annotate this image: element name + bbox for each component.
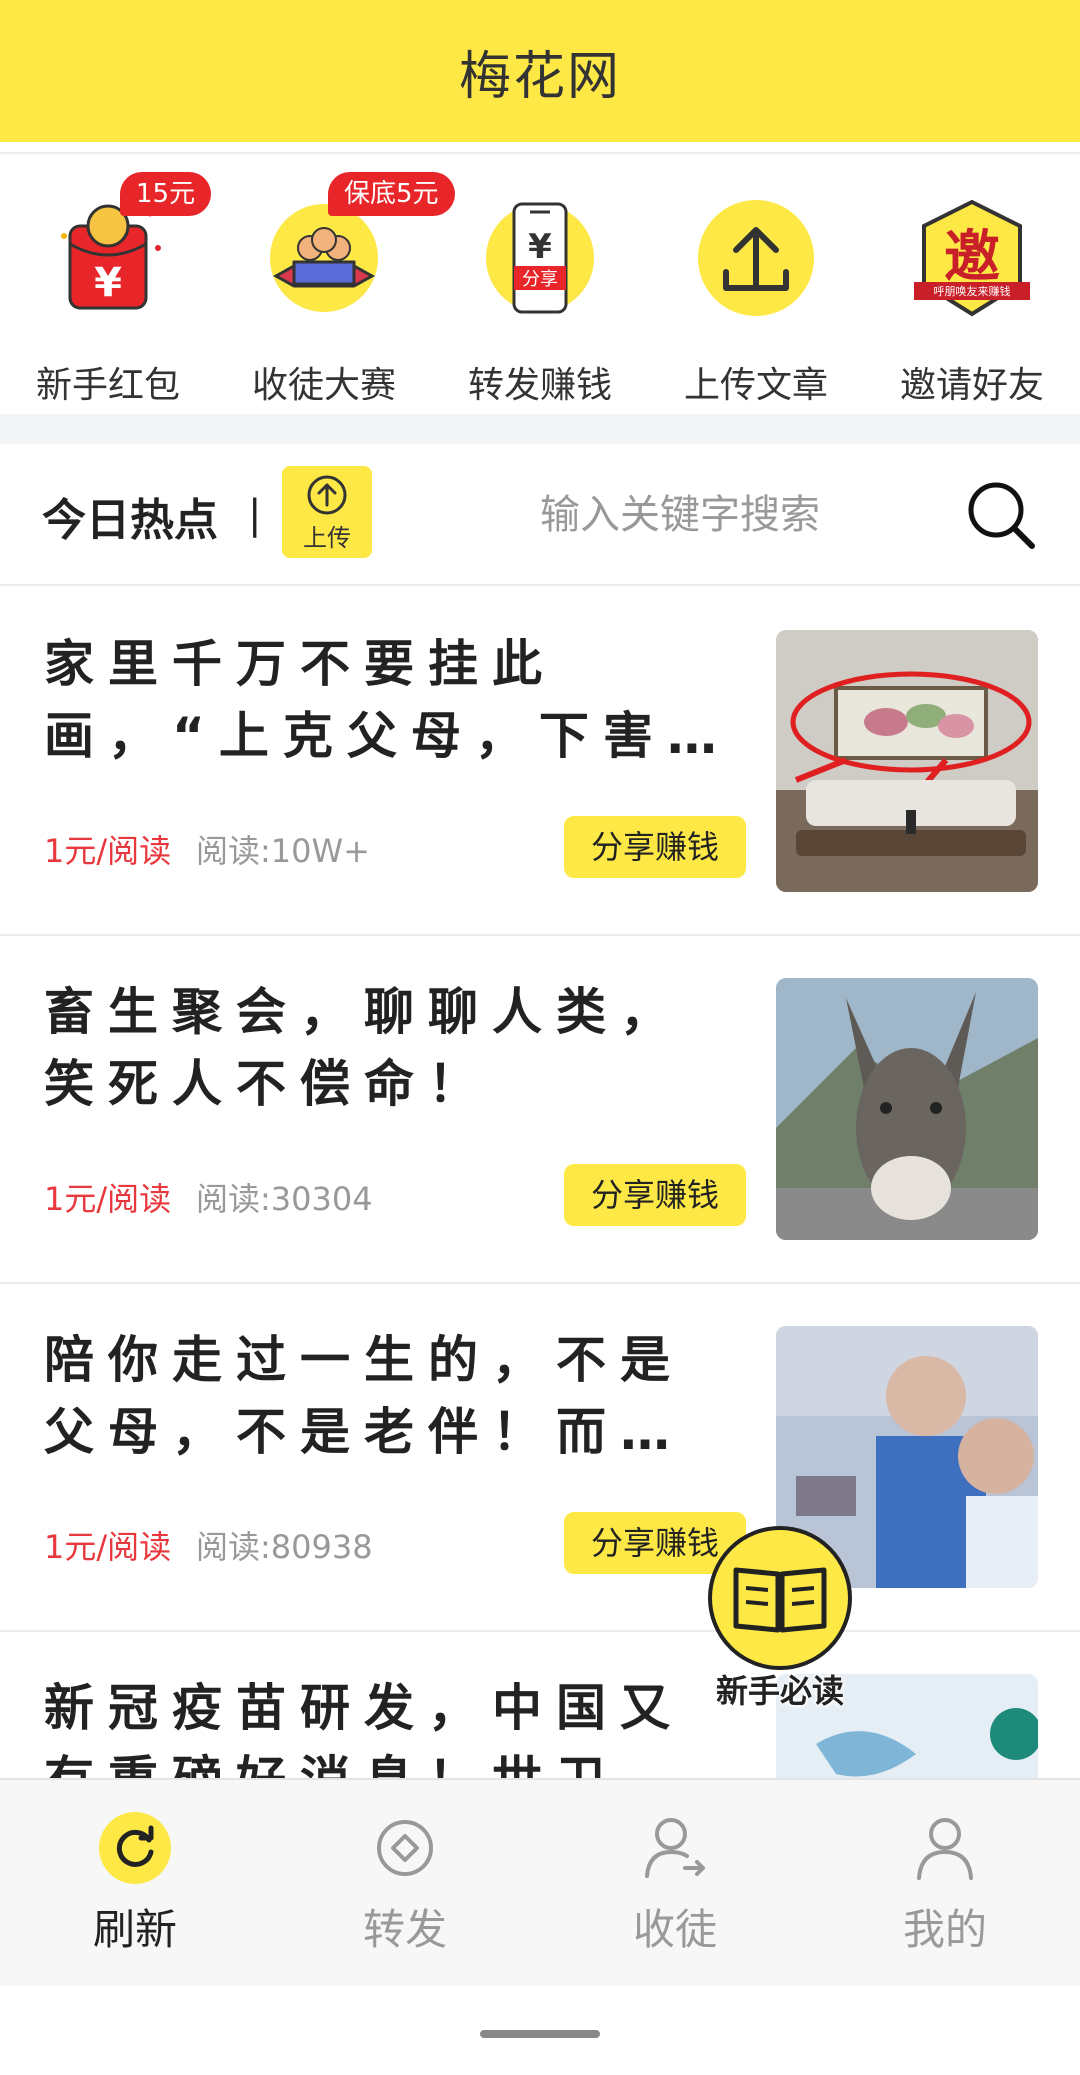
upload-arrow-icon bbox=[307, 475, 347, 515]
svg-text:¥: ¥ bbox=[94, 260, 122, 306]
article-reads: 阅读:10W+ bbox=[196, 832, 370, 870]
article-price: 1元/阅读 bbox=[44, 1528, 172, 1566]
article-title[interactable]: 陪你走过一生的，不是父母，不是老伴！而… bbox=[44, 1324, 744, 1474]
user-add-icon bbox=[645, 1818, 705, 1878]
system-nav-area bbox=[0, 1986, 1080, 2075]
share-earn-button[interactable]: 分享赚钱 bbox=[564, 1164, 746, 1226]
quick-action-recruit-contest[interactable]: 保底5元 收徒大赛 bbox=[216, 156, 455, 414]
upload-button[interactable]: 上传 bbox=[282, 466, 372, 558]
quick-action-invite-friends[interactable]: 邀 呼朋唤友来赚钱 邀请好友 bbox=[864, 156, 1080, 414]
tab-label: 收徒 bbox=[632, 1905, 717, 1954]
open-book-icon bbox=[733, 1567, 827, 1633]
article-item[interactable]: 畜生聚会，聊聊人类，笑死人不偿命！ 1元/阅读 阅读:30304 分享赚钱 bbox=[0, 936, 1080, 1284]
svg-text:呼朋唤友来赚钱: 呼朋唤友来赚钱 bbox=[934, 284, 1011, 298]
search-icon[interactable] bbox=[964, 478, 1038, 552]
app-title: 梅花网 bbox=[458, 46, 621, 107]
upload-icon bbox=[698, 200, 814, 316]
svg-text:¥: ¥ bbox=[528, 227, 552, 267]
bottom-tab-bar: 刷新 转发 收徒 我的 bbox=[0, 1778, 1080, 1986]
tab-label: 我的 bbox=[902, 1905, 987, 1954]
quick-action-label: 上传文章 bbox=[683, 365, 828, 406]
quick-action-new-user-redpacket[interactable]: ¥ 15元 新手红包 bbox=[0, 156, 216, 414]
article-title[interactable]: 家里千万不要挂此画，“上克父母，下害… bbox=[44, 628, 744, 778]
tab-label: 转发 bbox=[362, 1905, 447, 1954]
article-reads: 阅读:30304 bbox=[196, 1180, 373, 1218]
quick-action-label: 转发赚钱 bbox=[467, 365, 612, 406]
quick-action-label: 收徒大赛 bbox=[251, 365, 396, 406]
tab-forward[interactable]: 转发 bbox=[270, 1780, 540, 1988]
app-header: 梅花网 bbox=[0, 0, 1080, 142]
article-thumbnail-donkey[interactable] bbox=[776, 978, 1038, 1240]
refresh-icon bbox=[99, 1812, 171, 1884]
section-gap bbox=[0, 414, 1080, 444]
svg-text:分享: 分享 bbox=[522, 269, 558, 290]
article-item[interactable]: 家里千万不要挂此画，“上克父母，下害… 1元/阅读 阅读:10W+ 分享赚钱 bbox=[0, 588, 1080, 936]
article-thumbnail-living-room[interactable] bbox=[776, 630, 1038, 892]
upload-button-label: 上传 bbox=[303, 524, 351, 552]
tab-mine[interactable]: 我的 bbox=[810, 1780, 1080, 1988]
hot-topics-title: 今日热点 bbox=[42, 495, 218, 546]
beginner-guide-button[interactable]: 新手必读 bbox=[708, 1526, 852, 1726]
redpacket-badge: 15元 bbox=[120, 172, 212, 216]
quick-action-label: 邀请好友 bbox=[899, 365, 1044, 406]
invite-badge-icon: 邀 呼朋唤友来赚钱 bbox=[914, 199, 1030, 317]
article-title[interactable]: 新冠疫苗研发，中国又有重磅好消息！世卫指… bbox=[44, 1672, 744, 1778]
home-indicator[interactable] bbox=[480, 2030, 600, 2038]
article-reads: 阅读:80938 bbox=[196, 1528, 373, 1566]
beginner-guide-label: 新手必读 bbox=[715, 1672, 844, 1710]
user-icon bbox=[917, 1818, 973, 1880]
hot-topics-bar: 今日热点 | 上传 bbox=[0, 444, 1080, 586]
quick-action-label: 新手红包 bbox=[35, 365, 180, 406]
svg-text:邀: 邀 bbox=[944, 225, 1000, 290]
title-separator: | bbox=[248, 492, 262, 538]
quick-actions: ¥ 15元 新手红包 保底5元 收徒大赛 ¥ 分享 转发赚钱 上传文章 邀 呼朋… bbox=[0, 156, 1080, 414]
article-list: 家里千万不要挂此画，“上克父母，下害… 1元/阅读 阅读:10W+ 分享赚钱 畜… bbox=[0, 588, 1080, 1778]
article-price: 1元/阅读 bbox=[44, 1180, 172, 1218]
share-earn-button[interactable]: 分享赚钱 bbox=[564, 816, 746, 878]
quick-action-share-earn[interactable]: ¥ 分享 转发赚钱 bbox=[432, 156, 648, 414]
tab-refresh[interactable]: 刷新 bbox=[0, 1780, 270, 1988]
search-input[interactable] bbox=[420, 470, 940, 560]
beginner-guide-circle bbox=[708, 1526, 852, 1670]
diamond-coin-icon bbox=[377, 1820, 433, 1876]
share-phone-icon: ¥ 分享 bbox=[486, 202, 594, 314]
article-price: 1元/阅读 bbox=[44, 832, 172, 870]
quick-action-upload-article[interactable]: 上传文章 bbox=[648, 156, 864, 414]
article-title[interactable]: 畜生聚会，聊聊人类，笑死人不偿命！ bbox=[44, 976, 744, 1126]
header-divider bbox=[0, 142, 1080, 154]
tab-label: 刷新 bbox=[92, 1905, 177, 1954]
article-item[interactable]: 新冠疫苗研发，中国又有重磅好消息！世卫指… bbox=[0, 1632, 1080, 1778]
article-item[interactable]: 陪你走过一生的，不是父母，不是老伴！而… 1元/阅读 阅读:80938 分享赚钱 bbox=[0, 1284, 1080, 1632]
tab-recruit[interactable]: 收徒 bbox=[540, 1780, 810, 1988]
